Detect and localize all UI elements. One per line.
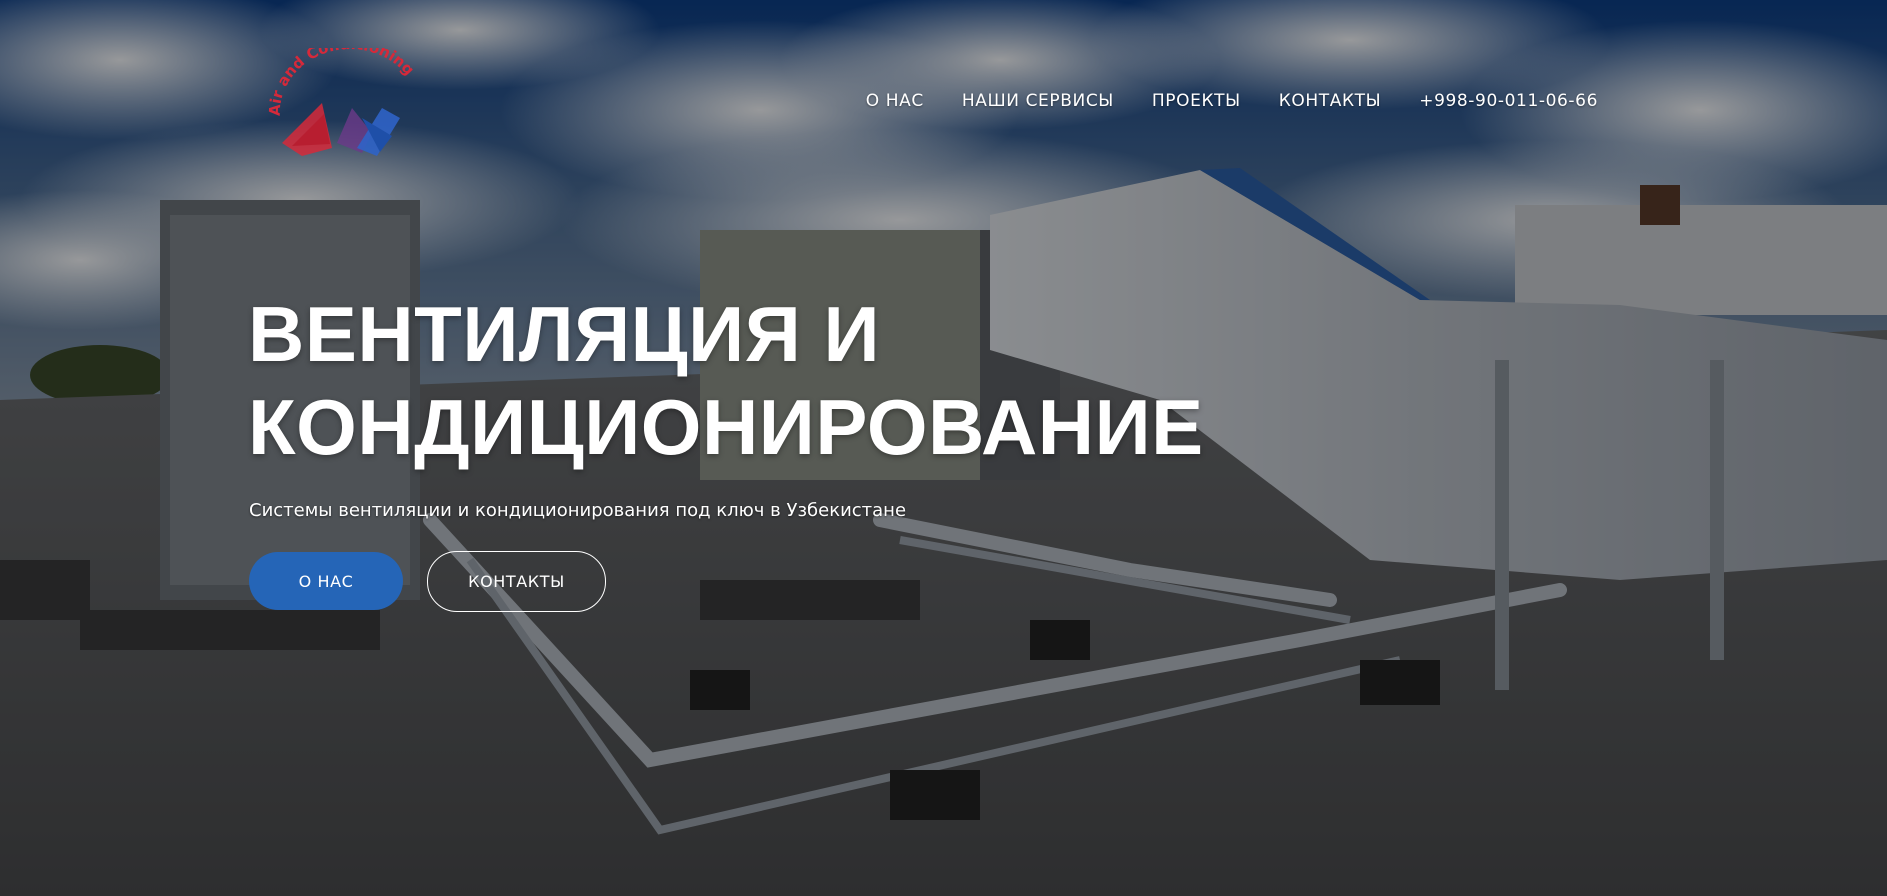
contacts-button[interactable]: КОНТАКТЫ <box>427 551 606 612</box>
svg-text:Air and Conditioning: Air and Conditioning <box>266 48 418 116</box>
nav-item-projects[interactable]: ПРОЕКТЫ <box>1152 91 1241 111</box>
hero-subtitle: Системы вентиляции и кондиционирования п… <box>249 500 907 521</box>
main-nav: О НАС НАШИ СЕРВИСЫ ПРОЕКТЫ КОНТАКТЫ +998… <box>866 91 1598 111</box>
logo-mark <box>282 103 400 156</box>
hero-title: ВЕНТИЛЯЦИЯ И КОНДИЦИОНИРОВАНИЕ <box>248 288 1204 474</box>
brand-logo[interactable]: Air and Conditioning <box>262 35 432 166</box>
nav-phone-link[interactable]: +998-90-011-06-66 <box>1419 91 1598 111</box>
nav-item-about[interactable]: О НАС <box>866 91 924 111</box>
hero-title-line-1: ВЕНТИЛЯЦИЯ И <box>248 290 881 378</box>
logo-text: Air and Conditioning <box>266 35 418 116</box>
nav-item-contacts[interactable]: КОНТАКТЫ <box>1279 91 1382 111</box>
hero-section: Air and Conditioning О НАС НАШИ СЕРВИСЫ … <box>0 0 1887 896</box>
about-button[interactable]: О НАС <box>249 552 403 610</box>
hero-title-line-2: КОНДИЦИОНИРОВАНИЕ <box>248 383 1204 471</box>
nav-item-services[interactable]: НАШИ СЕРВИСЫ <box>962 91 1114 111</box>
